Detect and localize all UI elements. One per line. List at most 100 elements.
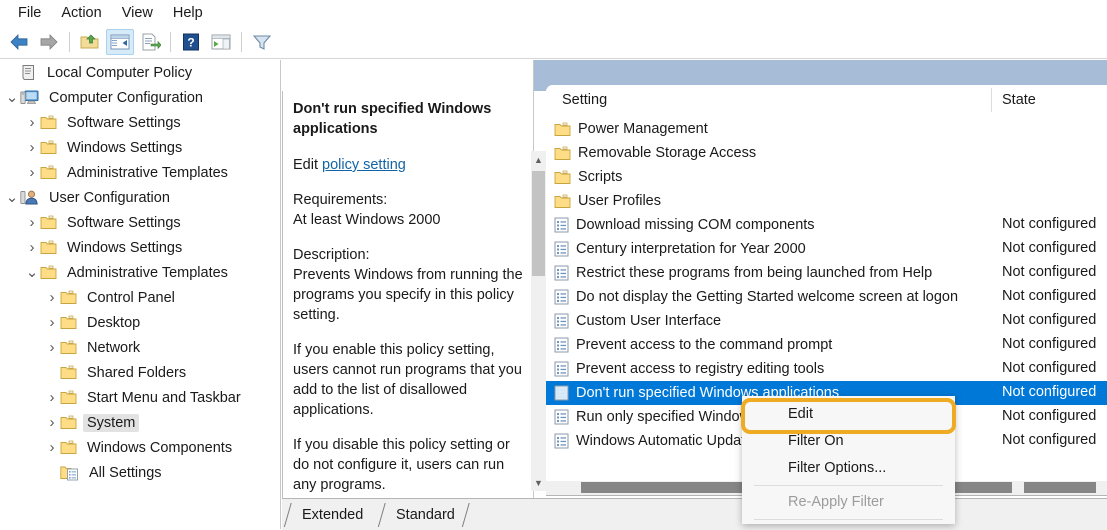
forward-icon[interactable] (35, 29, 63, 55)
table-row[interactable]: Prevent access to registry editing tools… (546, 357, 1107, 381)
policy-setting-icon (554, 289, 569, 305)
tree-item-software-settings[interactable]: › Software Settings (0, 110, 280, 135)
scrollbar-thumb-secondary[interactable] (1024, 482, 1096, 493)
tree-item-label: Windows Settings (67, 139, 183, 156)
policy-setting-link[interactable]: policy setting (322, 157, 406, 173)
context-menu[interactable]: Edit Filter On Filter Options... Re-Apply F… (742, 396, 955, 524)
tree-item-shared-folders[interactable]: Shared Folders (0, 360, 280, 385)
tree-item-start-menu-and-taskbar[interactable]: › Start Menu and Taskbar (0, 385, 280, 410)
tree-item-administrative-templates[interactable]: › Administrative Templates (0, 160, 280, 185)
requirements-value: At least Windows 2000 (293, 212, 441, 228)
column-header-setting[interactable]: Setting (562, 92, 607, 108)
chevron-right-icon[interactable]: › (44, 389, 60, 406)
chevron-right-icon[interactable]: › (44, 314, 60, 331)
setting-name: Restrict these programs from being launc… (576, 265, 933, 281)
context-menu-item-edit[interactable]: Edit (742, 400, 955, 427)
chevron-right-icon[interactable]: › (24, 239, 40, 256)
tree-item-administrative-templates[interactable]: ⌄ Administrative Templates (0, 260, 280, 285)
tree-item-label: Windows Components (87, 439, 233, 456)
description-paragraph-1: Prevents Windows from running the progra… (293, 267, 523, 323)
view-tabstrip: Extended Standard (282, 498, 1107, 530)
tree-item-all-settings[interactable]: All Settings (0, 460, 280, 485)
folder-icon (554, 146, 571, 161)
table-row[interactable]: Scripts (546, 165, 1107, 189)
policy-setting-icon (554, 241, 569, 257)
table-row[interactable]: Custom User Interface Not configured (546, 309, 1107, 333)
column-header-state[interactable]: State (1002, 92, 1036, 108)
tree-item-system[interactable]: › System (0, 410, 280, 435)
scroll-down-icon[interactable]: ▼ (531, 474, 546, 491)
scrollbar-thumb[interactable] (532, 171, 545, 276)
tree-item-label: Shared Folders (87, 364, 187, 381)
setting-state: Not configured (1002, 336, 1097, 352)
show-hide-action-pane-icon[interactable] (207, 29, 235, 55)
tree-item-label: System (83, 413, 140, 432)
show-hide-console-tree-icon[interactable] (106, 29, 134, 55)
context-menu-item-filter-options[interactable]: Filter Options... (742, 454, 955, 481)
setting-state: Not configured (1002, 288, 1097, 304)
chevron-right-icon[interactable]: › (24, 164, 40, 181)
menu-action[interactable]: Action (51, 1, 111, 25)
table-row[interactable]: Restrict these programs from being launc… (546, 261, 1107, 285)
menu-help[interactable]: Help (163, 1, 213, 25)
console-tree[interactable]: Local Computer Policy ⌄ Computer Configura… (0, 60, 281, 529)
tab-standard[interactable]: Standard (386, 501, 465, 528)
menu-file[interactable]: File (8, 1, 51, 25)
description-paragraph-3: If you disable this policy setting or do… (293, 437, 510, 493)
chevron-right-icon[interactable]: › (44, 339, 60, 356)
setting-name: Do not display the Getting Started welco… (576, 289, 959, 305)
user-icon (20, 189, 39, 206)
table-row[interactable]: Download missing COM components Not confi… (546, 213, 1107, 237)
setting-name: Scripts (578, 169, 623, 185)
table-row[interactable]: Prevent access to the command prompt Not … (546, 333, 1107, 357)
export-list-icon[interactable] (136, 29, 164, 55)
folder-icon (40, 115, 57, 130)
context-menu-separator (754, 485, 943, 486)
chevron-down-icon[interactable]: ⌄ (4, 190, 20, 205)
tree-item-local-computer-policy[interactable]: Local Computer Policy (0, 60, 280, 85)
up-one-level-icon[interactable] (76, 29, 104, 55)
back-icon[interactable] (5, 29, 33, 55)
chevron-right-icon[interactable]: › (24, 139, 40, 156)
chevron-right-icon[interactable]: › (24, 114, 40, 131)
tree-item-user-configuration[interactable]: ⌄ User Configuration (0, 185, 280, 210)
chevron-right-icon[interactable]: › (44, 414, 60, 431)
filter-icon[interactable] (248, 29, 276, 55)
extended-detail-pane: Don't run specified Windows applications… (282, 60, 534, 529)
help-icon[interactable]: ? (177, 29, 205, 55)
tree-item-windows-settings[interactable]: › Windows Settings (0, 235, 280, 260)
folder-icon (40, 215, 57, 230)
scroll-up-icon[interactable]: ▲ (531, 151, 546, 168)
folder-icon (40, 165, 57, 180)
tree-item-windows-settings[interactable]: › Windows Settings (0, 135, 280, 160)
tree-item-network[interactable]: › Network (0, 335, 280, 360)
folder-icon (40, 140, 57, 155)
description-label: Description: (293, 247, 370, 263)
chevron-right-icon[interactable]: › (44, 289, 60, 306)
table-row[interactable]: Power Management (546, 117, 1107, 141)
setting-state: Not configured (1002, 216, 1097, 232)
policy-setting-icon (554, 217, 569, 233)
context-menu-item-filter-on[interactable]: Filter On (742, 427, 955, 454)
context-menu-separator (754, 519, 943, 520)
context-menu-item-re-apply-filter: Re-Apply Filter (788, 493, 884, 510)
tree-item-desktop[interactable]: › Desktop (0, 310, 280, 335)
tree-item-windows-components[interactable]: › Windows Components (0, 435, 280, 460)
table-row[interactable]: User Profiles (546, 189, 1107, 213)
tab-extended[interactable]: Extended (292, 501, 373, 528)
tree-item-computer-configuration[interactable]: ⌄ Computer Configuration (0, 85, 280, 110)
tree-item-control-panel[interactable]: › Control Panel (0, 285, 280, 310)
detail-vertical-scrollbar[interactable]: ▲ ▼ (531, 151, 546, 491)
chevron-right-icon[interactable]: › (44, 439, 60, 456)
tree-item-software-settings[interactable]: › Software Settings (0, 210, 280, 235)
chevron-down-icon[interactable]: ⌄ (4, 90, 20, 105)
table-row[interactable]: Removable Storage Access (546, 141, 1107, 165)
chevron-right-icon[interactable]: › (24, 214, 40, 231)
table-row[interactable]: Century interpretation for Year 2000 Not … (546, 237, 1107, 261)
chevron-down-icon[interactable]: ⌄ (24, 265, 40, 280)
folder-icon (554, 170, 571, 185)
tree-item-label: Computer Configuration (49, 89, 203, 106)
tree-item-label: Software Settings (67, 214, 181, 231)
menu-view[interactable]: View (112, 1, 163, 25)
table-row[interactable]: Do not display the Getting Started welco… (546, 285, 1107, 309)
